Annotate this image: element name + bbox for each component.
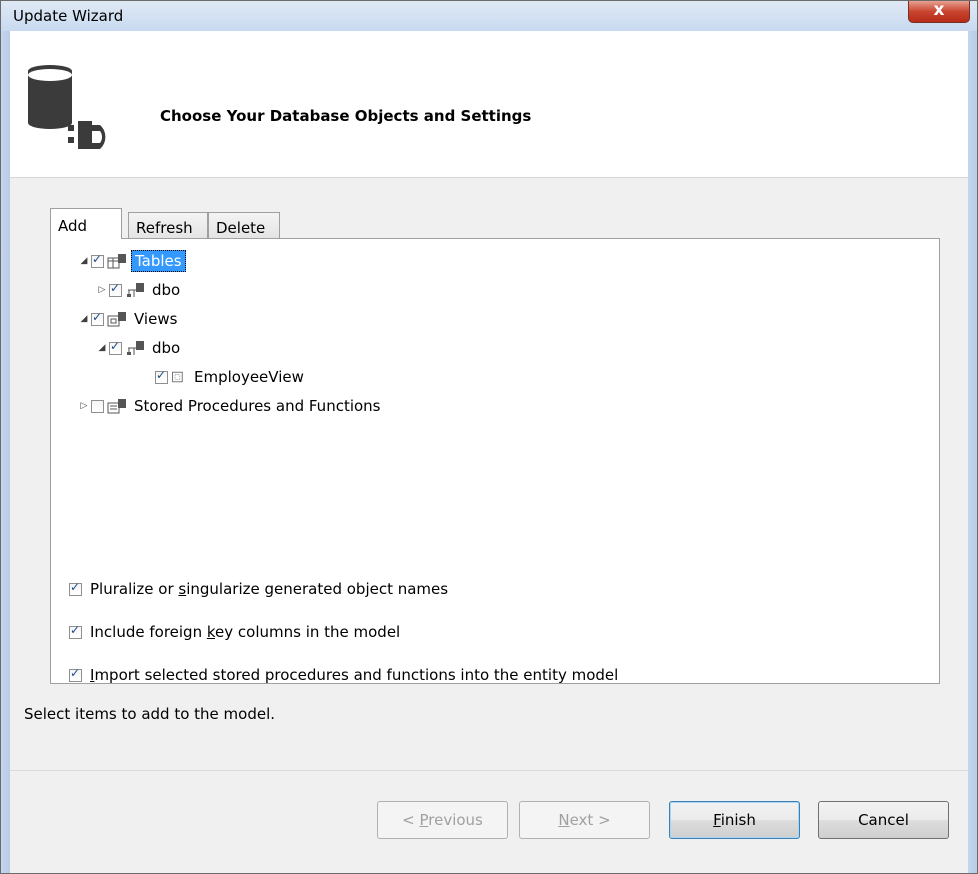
- import-procedures-checkbox[interactable]: [69, 666, 82, 682]
- foreign-key-checkbox[interactable]: [69, 623, 82, 639]
- next-button[interactable]: Next >: [519, 801, 650, 839]
- tab-add[interactable]: Add: [50, 208, 122, 239]
- tab-add-label: Add: [58, 217, 88, 235]
- tree-item-employeeview[interactable]: EmployeeView: [155, 365, 307, 389]
- schema-icon: [127, 283, 144, 297]
- views-dbo-checkbox[interactable]: [109, 339, 122, 355]
- expand-arrow-icon[interactable]: ▷: [95, 285, 109, 295]
- pluralize-label: Pluralize or singularize generated objec…: [90, 580, 449, 598]
- wizard-header: Choose Your Database Objects and Setting…: [10, 31, 968, 178]
- page-title: Choose Your Database Objects and Setting…: [160, 107, 532, 125]
- tables-checkbox[interactable]: [91, 252, 104, 268]
- tree-item-views[interactable]: ◢ Views: [77, 307, 180, 331]
- title-bar[interactable]: Update Wizard x: [1, 1, 977, 31]
- collapse-arrow-icon[interactable]: ◢: [77, 256, 91, 266]
- finish-button[interactable]: Finish: [669, 801, 800, 839]
- window-title: Update Wizard: [13, 7, 124, 25]
- status-text: Select items to add to the model.: [24, 705, 276, 723]
- tab-delete-label: Delete: [216, 219, 266, 237]
- import-procedures-option[interactable]: Import selected stored procedures and fu…: [69, 666, 618, 684]
- window-frame-left: [1, 31, 10, 873]
- tree-label-views: Views: [134, 310, 178, 328]
- collapse-arrow-icon[interactable]: ◢: [77, 314, 91, 324]
- tree-item-views-dbo[interactable]: ◢ dbo: [95, 336, 183, 360]
- import-procedures-label: Import selected stored procedures and fu…: [90, 666, 619, 684]
- foreign-key-option[interactable]: Include foreign key columns in the model: [69, 623, 400, 641]
- pluralize-checkbox[interactable]: [69, 580, 82, 596]
- view-icon: [172, 371, 183, 383]
- add-tab-panel: ◢ Tables ▷: [50, 238, 940, 684]
- collapse-arrow-icon[interactable]: ◢: [95, 343, 109, 353]
- database-connect-icon: [28, 65, 106, 149]
- tree-label-views-dbo: dbo: [152, 339, 181, 357]
- tab-refresh-label: Refresh: [136, 219, 193, 237]
- employeeview-checkbox[interactable]: [155, 368, 168, 384]
- tab-delete[interactable]: Delete: [208, 212, 280, 238]
- stored-procedures-checkbox[interactable]: [91, 399, 104, 413]
- tables-icon: [107, 254, 126, 269]
- tree-item-tables-dbo[interactable]: ▷ dbo: [95, 278, 183, 302]
- footer-divider: [10, 770, 968, 771]
- tree-label-tables-dbo: dbo: [152, 281, 181, 299]
- expand-arrow-icon[interactable]: ▷: [77, 401, 91, 411]
- tree-label-employeeview: EmployeeView: [194, 368, 304, 386]
- window-frame-right: [968, 31, 977, 873]
- procedures-icon: [107, 399, 126, 414]
- tree-item-tables[interactable]: ◢ Tables: [77, 249, 186, 273]
- pluralize-option[interactable]: Pluralize or singularize generated objec…: [69, 580, 448, 598]
- close-button[interactable]: x: [908, 1, 970, 23]
- tree-item-stored-procedures[interactable]: ▷ Stored Procedures and Functions: [77, 394, 384, 418]
- foreign-key-label: Include foreign key columns in the model: [90, 623, 401, 641]
- previous-button[interactable]: < Previous: [377, 801, 508, 839]
- cancel-button[interactable]: Cancel: [818, 801, 949, 839]
- update-wizard-window: Update Wizard x Choose Your Database Obj…: [0, 0, 978, 874]
- tree-label-tables: Tables: [131, 250, 186, 272]
- tree-label-stored-procedures: Stored Procedures and Functions: [134, 397, 381, 415]
- views-icon: [107, 312, 126, 327]
- tab-refresh[interactable]: Refresh: [128, 212, 208, 238]
- views-checkbox[interactable]: [91, 310, 104, 326]
- close-icon: x: [933, 0, 945, 20]
- schema-icon: [127, 341, 144, 355]
- wizard-content: Choose Your Database Objects and Setting…: [10, 31, 968, 863]
- tables-dbo-checkbox[interactable]: [109, 281, 122, 297]
